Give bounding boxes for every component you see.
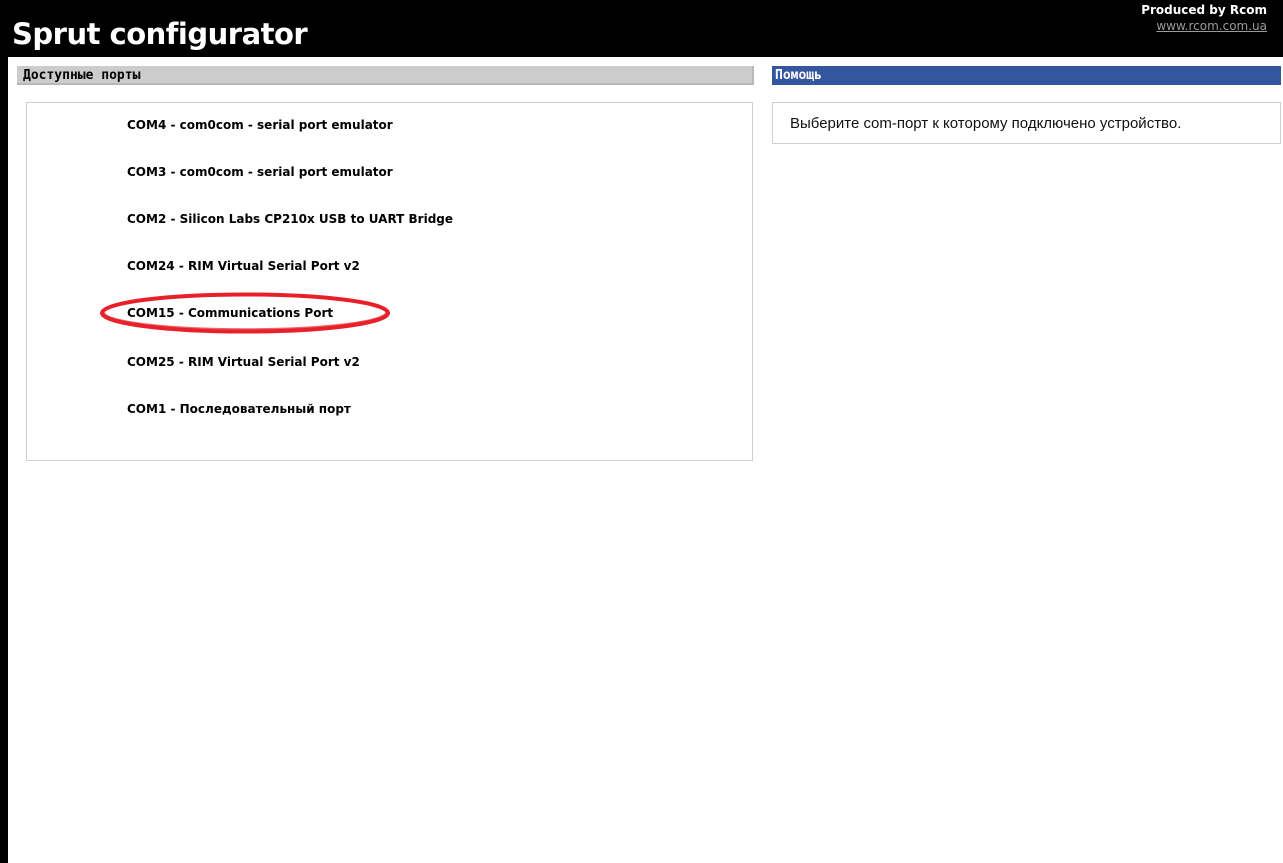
header-bar: Sprut configurator Produced by Rcom www.… <box>0 0 1283 57</box>
producer-link[interactable]: www.rcom.com.ua <box>1141 18 1267 34</box>
port-item-com2[interactable]: COM2 - Silicon Labs CP210x USB to UART B… <box>127 211 453 227</box>
port-item-com15[interactable]: COM15 - Communications Port <box>127 305 333 321</box>
port-item-com25[interactable]: COM25 - RIM Virtual Serial Port v2 <box>127 354 360 370</box>
producer-label: Produced by Rcom <box>1141 3 1267 17</box>
ports-section-title: Доступные порты <box>17 66 754 85</box>
producer-info: Produced by Rcom www.rcom.com.ua <box>1141 2 1267 34</box>
port-item-com3[interactable]: COM3 - com0com - serial port emulator <box>127 164 393 180</box>
left-border <box>0 0 8 863</box>
port-item-com4[interactable]: COM4 - com0com - serial port emulator <box>127 117 393 133</box>
app-title: Sprut configurator <box>12 17 308 51</box>
help-section-title: Помощь <box>772 66 1281 85</box>
app-window: Sprut configurator Produced by Rcom www.… <box>0 0 1283 863</box>
ports-list: COM4 - com0com - serial port emulator CO… <box>26 102 753 461</box>
help-text: Выберите com-порт к которому подключено … <box>790 115 1182 132</box>
port-item-com24[interactable]: COM24 - RIM Virtual Serial Port v2 <box>127 258 360 274</box>
help-panel: Выберите com-порт к которому подключено … <box>772 102 1281 144</box>
port-item-com1[interactable]: COM1 - Последовательный порт <box>127 401 351 417</box>
